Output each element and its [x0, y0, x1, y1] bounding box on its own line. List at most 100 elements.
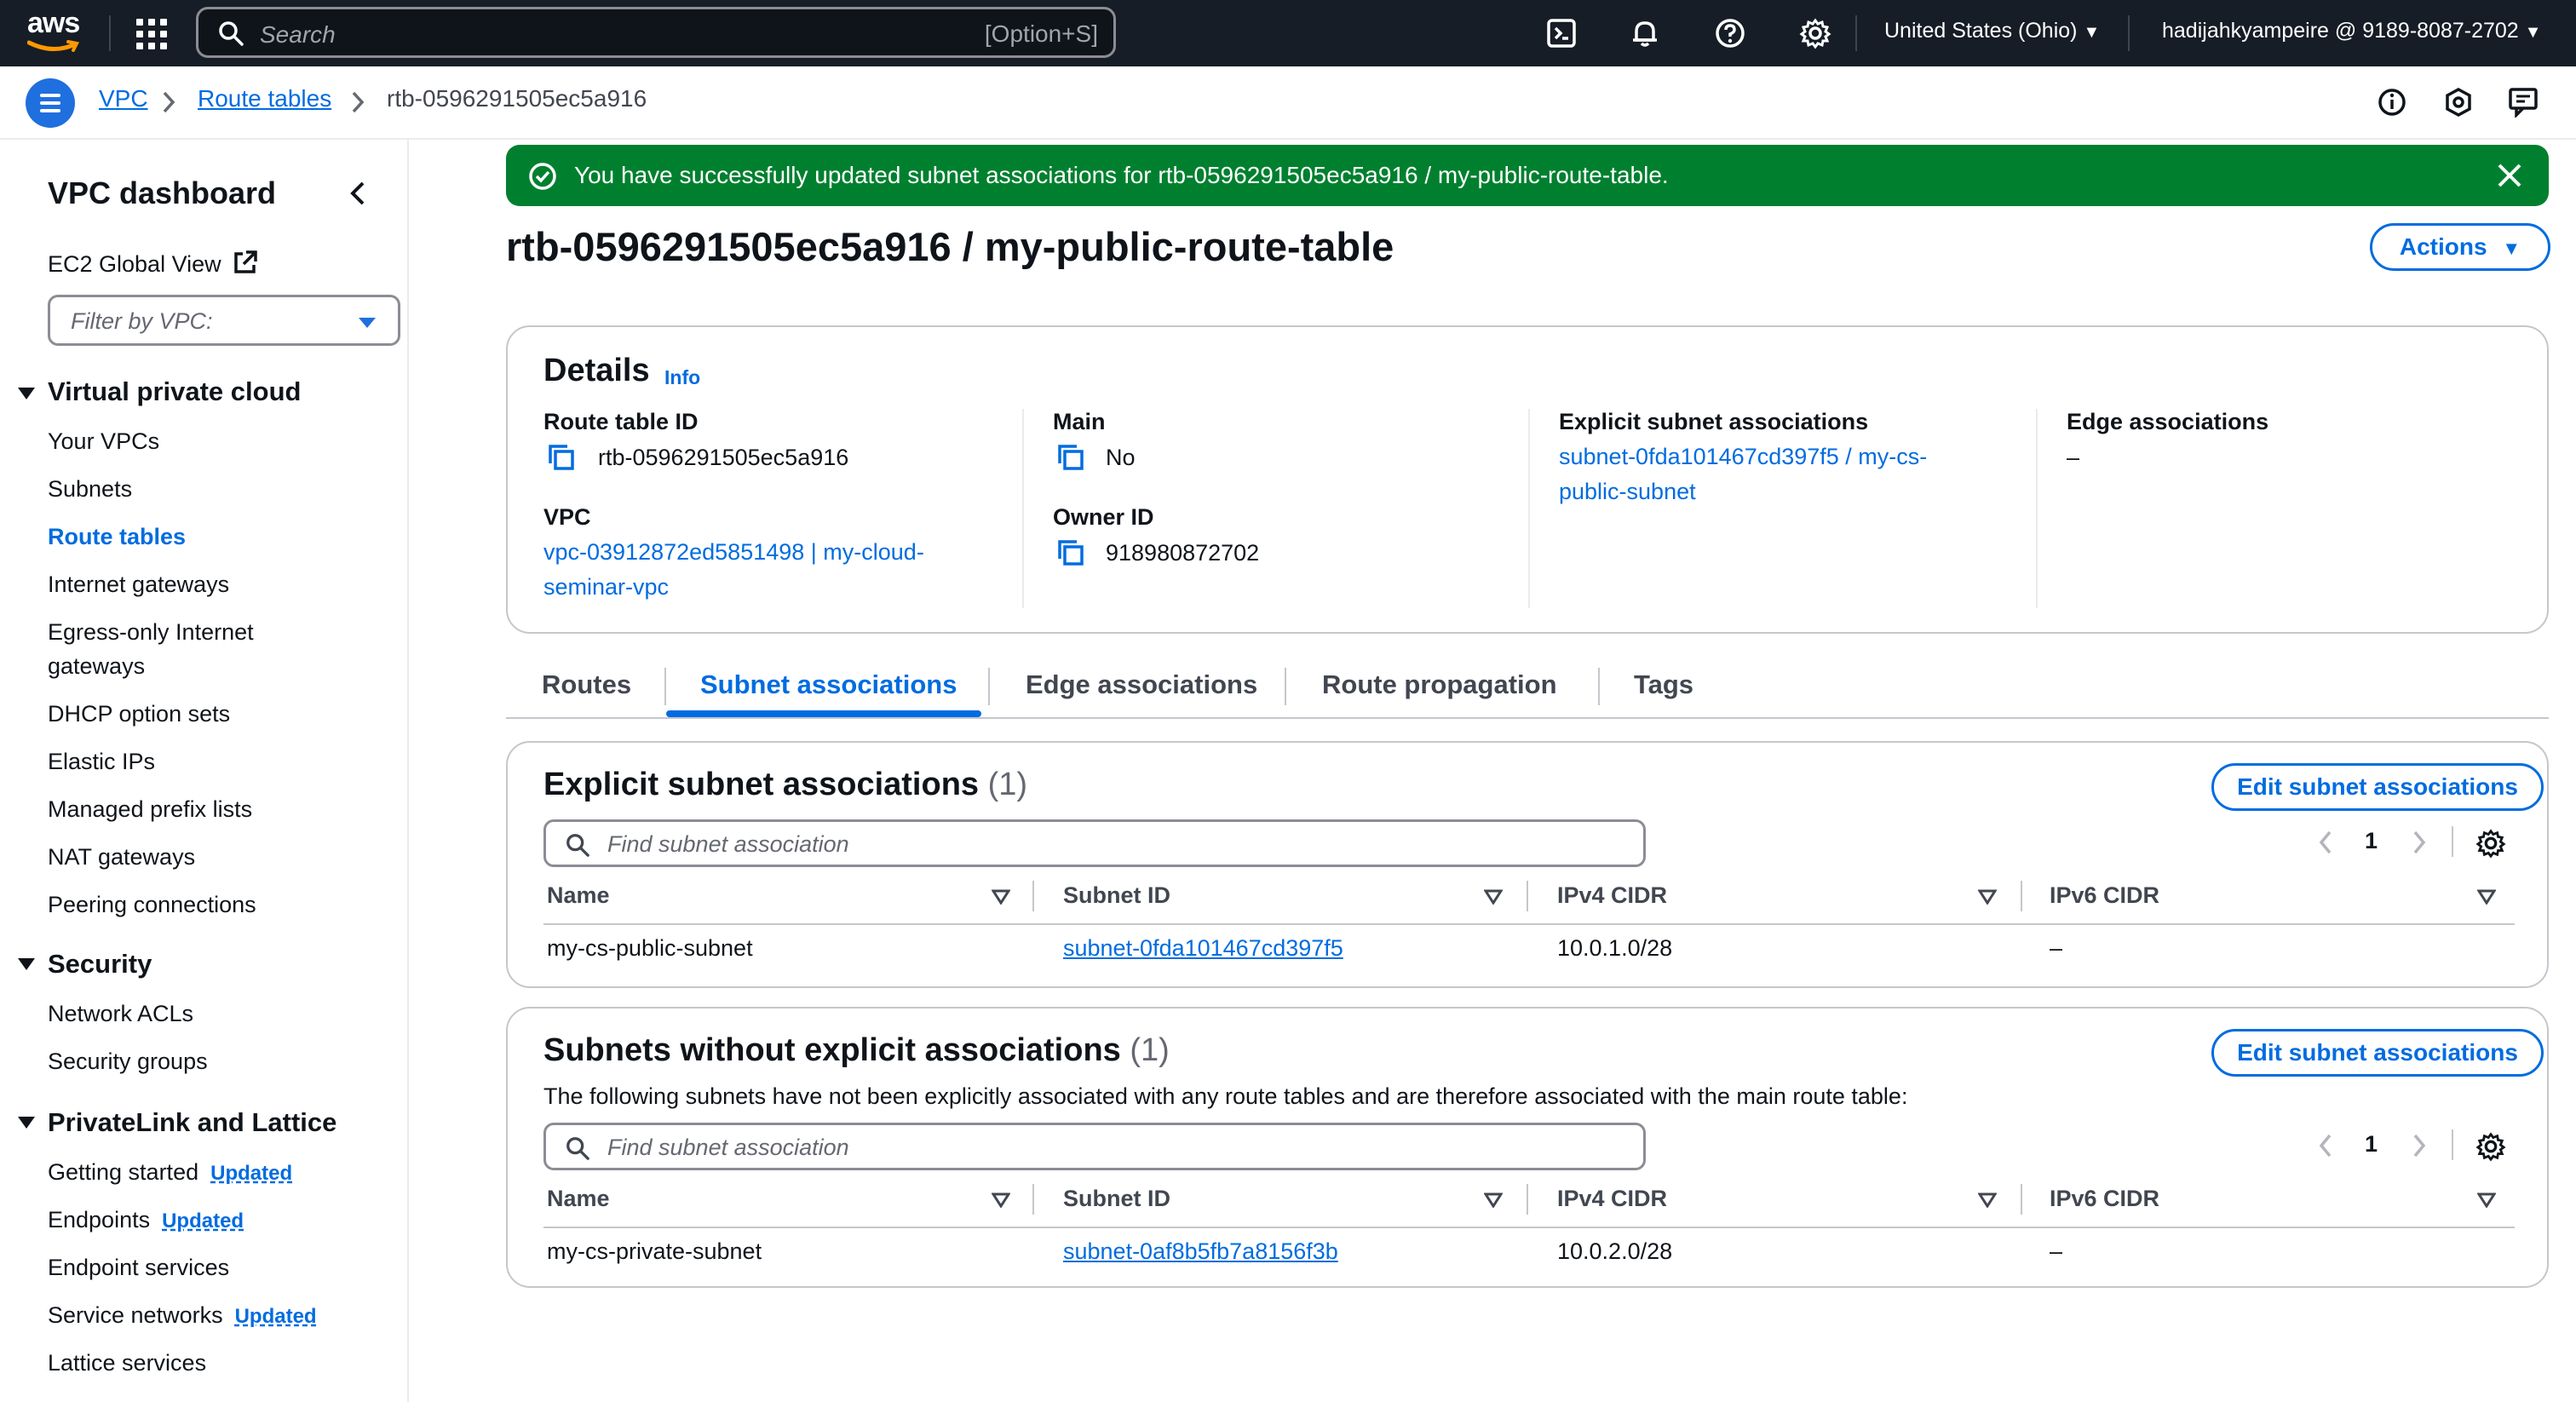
sidebar-item-endpoint-services[interactable]: Endpoint services [48, 1250, 229, 1284]
breadcrumb-current: rtb-0596291505ec5a916 [387, 85, 647, 112]
gear-icon[interactable] [2475, 828, 2506, 859]
breadcrumb-route-tables[interactable]: Route tables [198, 85, 331, 112]
search-icon [219, 21, 244, 46]
sidebar-item-managed-prefix-lists[interactable]: Managed prefix lists [48, 792, 252, 826]
sort-icon[interactable] [992, 1192, 1010, 1208]
main-value: No [1106, 445, 1136, 470]
apps-grid-icon[interactable] [136, 19, 167, 49]
column-header-ipv4-cidr[interactable]: IPv4 CIDR [1557, 1186, 1667, 1212]
region-selector[interactable]: United States (Ohio) ▼ [1884, 19, 2100, 43]
find-subnet-association-input[interactable]: Find subnet association [543, 1123, 1646, 1170]
settings-hex-icon[interactable] [2443, 87, 2474, 118]
sort-icon[interactable] [1484, 1192, 1503, 1208]
menu-icon[interactable] [26, 78, 75, 128]
cell-subnet-id-link[interactable]: subnet-0fda101467cd397f5 [1063, 935, 1343, 962]
tab-route-propagation[interactable]: Route propagation [1322, 669, 1557, 700]
sidebar-item-dhcp-option-sets[interactable]: DHCP option sets [48, 697, 230, 731]
breadcrumb-vpc[interactable]: VPC [99, 85, 148, 112]
copy-icon[interactable] [1056, 538, 1085, 567]
sidebar-section-security[interactable]: Security [48, 949, 152, 980]
chevron-left-icon[interactable] [2317, 1133, 2334, 1158]
divider [1527, 881, 1528, 911]
info-link[interactable]: Info [664, 366, 700, 389]
sidebar-item-service-networks[interactable]: Service networks Updated [48, 1298, 317, 1334]
tab-routes[interactable]: Routes [542, 669, 631, 700]
sidebar-section-privatelink[interactable]: PrivateLink and Lattice [48, 1107, 336, 1138]
caret-down-icon[interactable] [17, 957, 36, 971]
sort-icon[interactable] [1484, 889, 1503, 905]
sidebar-item-route-tables[interactable]: Route tables [48, 520, 186, 554]
sidebar-section-vpc[interactable]: Virtual private cloud [48, 376, 301, 407]
vpc-link[interactable]: vpc-03912872ed5851498 | my-cloud- semina… [543, 535, 924, 605]
filter-by-vpc-select[interactable]: Filter by VPC: [48, 295, 400, 346]
tab-subnet-associations[interactable]: Subnet associations [700, 669, 957, 700]
sidebar-item-getting-started[interactable]: Getting started Updated [48, 1155, 292, 1191]
help-icon[interactable] [1714, 17, 1746, 49]
sidebar: VPC dashboard EC2 Global View Filter by … [0, 140, 409, 1402]
sidebar-item-egress-only-internet-gateways[interactable]: Egress-only Internet gateways [48, 615, 254, 683]
sidebar-item-endpoints[interactable]: Endpoints Updated [48, 1203, 244, 1238]
gear-icon[interactable] [1799, 17, 1831, 49]
sidebar-item-internet-gateways[interactable]: Internet gateways [48, 567, 229, 601]
collapse-left-icon[interactable] [348, 181, 368, 206]
account-menu[interactable]: hadijahkyampeire @ 9189-8087-2702 ▼ [2162, 19, 2541, 43]
column-header-ipv4-cidr[interactable]: IPv4 CIDR [1557, 882, 1667, 909]
page-number[interactable]: 1 [2365, 1131, 2378, 1158]
copy-icon[interactable] [1056, 443, 1085, 472]
edit-subnet-associations-button[interactable]: Edit subnet associations [2211, 763, 2544, 811]
updated-badge: Updated [234, 1305, 317, 1328]
sort-icon[interactable] [992, 889, 1010, 905]
chevron-left-icon[interactable] [2317, 830, 2334, 855]
sidebar-item-elastic-ips[interactable]: Elastic IPs [48, 744, 155, 779]
sidebar-item-peering-connections[interactable]: Peering connections [48, 888, 256, 922]
sidebar-item-your-vpcs[interactable]: Your VPCs [48, 424, 159, 458]
sort-icon[interactable] [1978, 1192, 1997, 1208]
gear-icon[interactable] [2475, 1131, 2506, 1162]
caret-down-icon: ▼ [2083, 23, 2101, 42]
tab-tags[interactable]: Tags [1634, 669, 1693, 700]
search-input[interactable]: Search [Option+S] [196, 7, 1116, 58]
chevron-right-icon[interactable] [2411, 1133, 2428, 1158]
edge-associations-value: – [2067, 445, 2080, 470]
sidebar-item-nat-gateways[interactable]: NAT gateways [48, 840, 195, 874]
copy-icon[interactable] [547, 443, 576, 472]
sort-icon[interactable] [1978, 889, 1997, 905]
divider [109, 15, 111, 51]
sidebar-item-network-acls[interactable]: Network ACLs [48, 997, 193, 1031]
chevron-right-icon[interactable] [2411, 830, 2428, 855]
edit-subnet-associations-button[interactable]: Edit subnet associations [2211, 1029, 2544, 1077]
sidebar-title[interactable]: VPC dashboard [48, 175, 276, 211]
column-header-name[interactable]: Name [547, 1186, 610, 1212]
find-subnet-association-input[interactable]: Find subnet association [543, 819, 1646, 867]
page-number[interactable]: 1 [2365, 828, 2378, 854]
close-icon[interactable] [2496, 162, 2523, 189]
cloudshell-icon[interactable] [1545, 17, 1578, 49]
column-header-subnet-id[interactable]: Subnet ID [1063, 882, 1170, 909]
column-header-ipv6-cidr[interactable]: IPv6 CIDR [2050, 1186, 2159, 1212]
info-circle-icon[interactable] [2377, 87, 2407, 118]
sidebar-item-security-groups[interactable]: Security groups [48, 1044, 208, 1078]
divider [2128, 15, 2130, 51]
breadcrumb-bar: VPC Route tables rtb-0596291505ec5a916 [0, 66, 2576, 140]
caret-down-icon[interactable] [17, 1116, 36, 1129]
cell-ipv6-cidr: – [2050, 1238, 2063, 1264]
aws-logo[interactable]: aws [27, 9, 87, 58]
cell-subnet-id-link[interactable]: subnet-0af8b5fb7a8156f3b [1063, 1238, 1338, 1265]
tab-edge-associations[interactable]: Edge associations [1026, 669, 1257, 700]
column-header-subnet-id[interactable]: Subnet ID [1063, 1186, 1170, 1212]
column-header-ipv6-cidr[interactable]: IPv6 CIDR [2050, 882, 2159, 909]
sidebar-item-label: Service networks [48, 1302, 223, 1328]
feedback-icon[interactable] [2508, 87, 2542, 118]
column-header-name[interactable]: Name [547, 882, 610, 909]
nonexplicit-table-title-text: Subnets without explicit associations [543, 1032, 1121, 1068]
flash-message: You have successfully updated subnet ass… [574, 162, 1669, 188]
sort-icon[interactable] [2477, 889, 2496, 905]
actions-button[interactable]: Actions ▼ [2370, 223, 2550, 271]
sort-icon[interactable] [2477, 1192, 2496, 1208]
sidebar-item-subnets[interactable]: Subnets [48, 472, 132, 506]
explicit-association-link[interactable]: subnet-0fda101467cd397f5 / my-cs- public… [1559, 440, 1927, 509]
bell-icon[interactable] [1629, 17, 1661, 49]
caret-down-icon[interactable] [17, 387, 36, 400]
sidebar-item-lattice-services[interactable]: Lattice services [48, 1346, 206, 1380]
sidebar-item-ec2-global-view[interactable]: EC2 Global View [48, 247, 258, 281]
